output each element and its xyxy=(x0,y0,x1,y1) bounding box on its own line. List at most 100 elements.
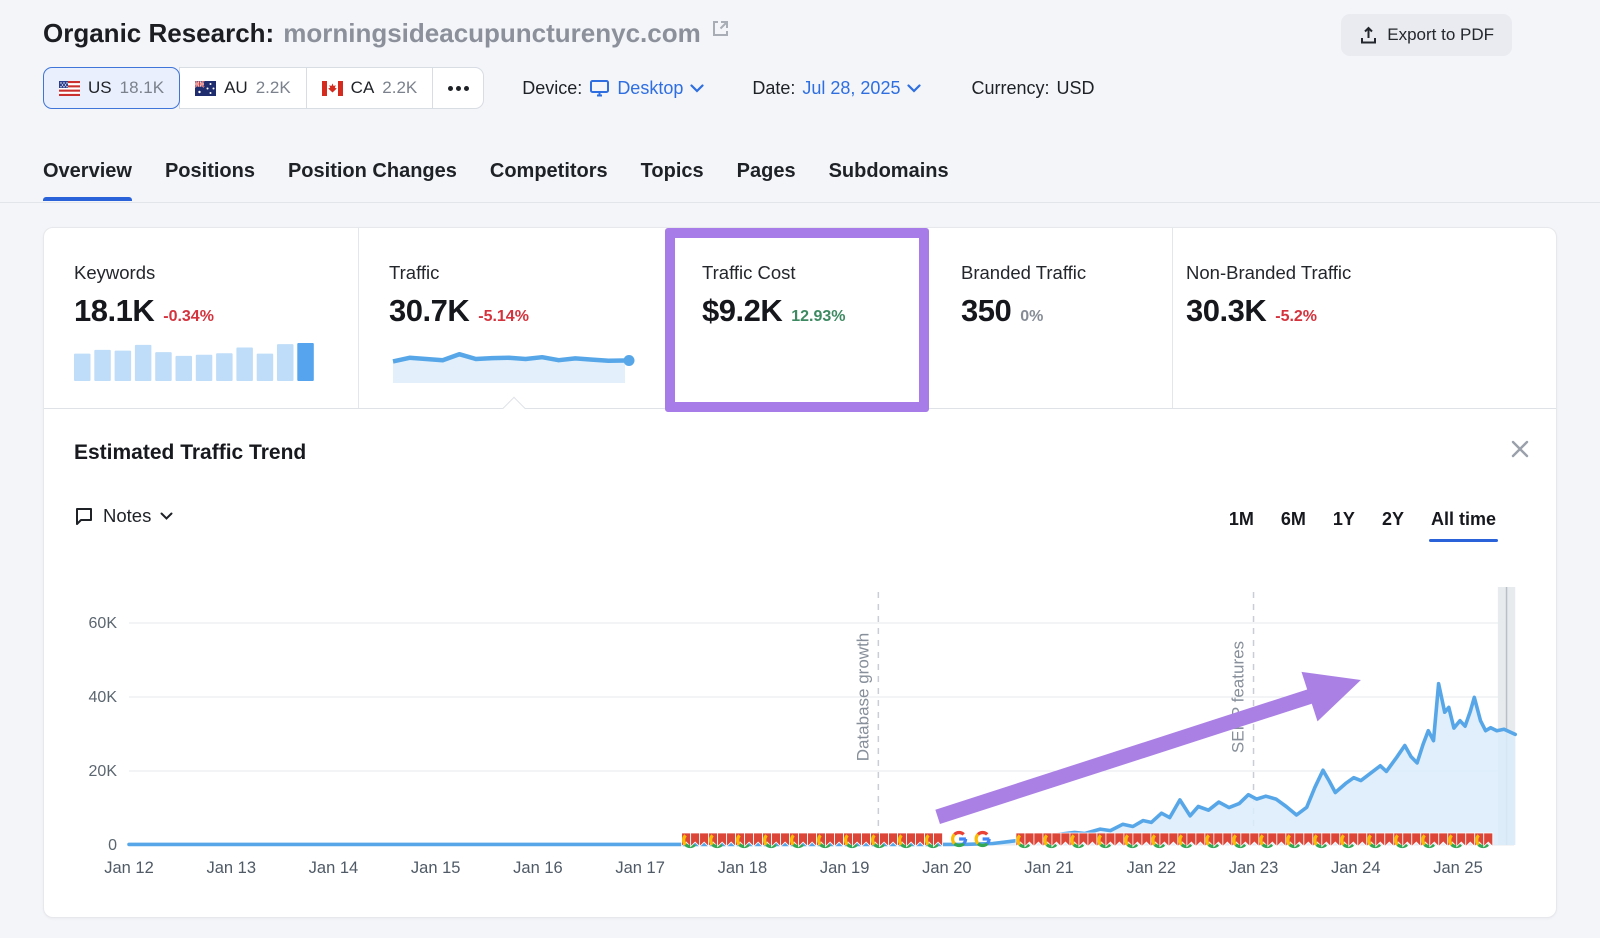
metric-value: 18.1K xyxy=(74,293,154,329)
metric-traffic-cost[interactable]: Traffic Cost $9.2K 12.93% xyxy=(673,228,918,408)
svg-text:Jan 24: Jan 24 xyxy=(1331,859,1381,877)
metric-keywords[interactable]: Keywords 18.1K -0.34% xyxy=(44,228,359,408)
svg-text:Jan 13: Jan 13 xyxy=(206,859,256,877)
currency-value: USD xyxy=(1057,78,1095,99)
metric-label: Branded Traffic xyxy=(961,262,1172,284)
note-bubble-icon xyxy=(74,506,94,526)
metric-label: Traffic Cost xyxy=(702,262,918,284)
svg-text:Jan 19: Jan 19 xyxy=(820,859,870,877)
export-icon xyxy=(1359,26,1378,45)
date-filter: Date: Jul 28, 2025 xyxy=(752,78,921,99)
filter-row: US 18.1K AU 2.2K CA 2.2K Device: Desktop xyxy=(43,67,1095,109)
notes-label: Notes xyxy=(103,505,151,527)
metric-delta: -5.14% xyxy=(478,308,529,326)
metric-value: 350 xyxy=(961,293,1011,329)
trend-title: Estimated Traffic Trend xyxy=(74,441,306,465)
currency-filter: Currency: USD xyxy=(971,78,1094,99)
svg-text:Jan 18: Jan 18 xyxy=(718,859,768,877)
currency-label: Currency: xyxy=(971,78,1049,99)
device-label: Device: xyxy=(522,78,582,99)
svg-text:Jan 16: Jan 16 xyxy=(513,859,563,877)
date-label: Date: xyxy=(752,78,795,99)
ca-flag-icon xyxy=(322,81,343,96)
metric-delta: 0% xyxy=(1020,308,1043,326)
device-value[interactable]: Desktop xyxy=(617,78,683,99)
page-title: Organic Research: xyxy=(43,18,274,49)
traffic-sparkline xyxy=(389,339,673,390)
au-flag-icon xyxy=(195,81,216,96)
tab-position-changes[interactable]: Position Changes xyxy=(288,160,457,201)
metric-label: Traffic xyxy=(389,262,673,284)
traffic-trend-chart[interactable]: 0 20K 40K 60K Jan 12 Jan 13 Jan 14 Jan 15 Jan 16… xyxy=(61,577,1561,882)
metric-label: Non-Branded Traffic xyxy=(1186,262,1556,284)
notes-dropdown[interactable]: Notes xyxy=(74,505,173,527)
svg-text:Jan 23: Jan 23 xyxy=(1229,859,1279,877)
chevron-down-icon[interactable] xyxy=(907,84,921,93)
metrics-row: Keywords 18.1K -0.34% Traffic 30.7K -5.1… xyxy=(44,228,1556,408)
svg-text:60K: 60K xyxy=(89,615,118,632)
more-countries-button[interactable] xyxy=(432,67,484,109)
tab-positions[interactable]: Positions xyxy=(165,160,255,201)
country-code: AU xyxy=(224,78,248,98)
country-value: 2.2K xyxy=(256,78,291,98)
export-to-pdf-button[interactable]: Export to PDF xyxy=(1341,14,1512,56)
metric-value: 30.7K xyxy=(389,293,469,329)
metric-traffic[interactable]: Traffic 30.7K -5.14% xyxy=(359,228,673,408)
svg-text:20K: 20K xyxy=(89,763,118,780)
range-all-time[interactable]: All time xyxy=(1431,509,1496,542)
device-filter: Device: Desktop xyxy=(522,78,704,99)
date-value[interactable]: Jul 28, 2025 xyxy=(802,78,900,99)
country-value: 2.2K xyxy=(382,78,417,98)
chevron-down-icon xyxy=(160,512,173,520)
page-title-domain: morningsideacupuncturenyc.com xyxy=(283,18,701,49)
metric-delta: -5.2% xyxy=(1275,308,1317,326)
metric-delta: 12.93% xyxy=(791,308,845,326)
export-label: Export to PDF xyxy=(1387,25,1494,45)
svg-text:Jan 15: Jan 15 xyxy=(411,859,461,877)
tab-pages[interactable]: Pages xyxy=(737,160,796,201)
country-code: CA xyxy=(351,78,375,98)
tab-overview[interactable]: Overview xyxy=(43,160,132,201)
tab-subdomains[interactable]: Subdomains xyxy=(829,160,949,201)
svg-text:40K: 40K xyxy=(89,689,118,706)
metric-value: 30.3K xyxy=(1186,293,1266,329)
svg-text:Jan 25: Jan 25 xyxy=(1433,859,1483,877)
svg-text:Jan 14: Jan 14 xyxy=(309,859,359,877)
metric-value: $9.2K xyxy=(702,293,782,329)
metric-label: Keywords xyxy=(74,262,358,284)
metric-branded-traffic[interactable]: Branded Traffic 350 0% xyxy=(918,228,1173,408)
country-tab-ca[interactable]: CA 2.2K xyxy=(306,67,434,109)
keywords-sparkline xyxy=(74,339,358,386)
country-tab-au[interactable]: AU 2.2K xyxy=(179,67,307,109)
svg-text:Database growth: Database growth xyxy=(853,633,872,762)
external-link-icon[interactable] xyxy=(710,18,731,44)
metric-non-branded-traffic[interactable]: Non-Branded Traffic 30.3K -5.2% xyxy=(1173,228,1556,408)
chevron-down-icon[interactable] xyxy=(690,84,704,93)
svg-text:Jan 17: Jan 17 xyxy=(615,859,665,877)
svg-text:Jan 22: Jan 22 xyxy=(1127,859,1177,877)
country-tabs: US 18.1K AU 2.2K CA 2.2K xyxy=(43,67,484,109)
svg-text:Jan 20: Jan 20 xyxy=(922,859,972,877)
estimated-traffic-trend-panel: Estimated Traffic Trend Notes 1M 6M 1Y 2… xyxy=(44,408,1556,918)
range-1y[interactable]: 1Y xyxy=(1333,509,1355,542)
range-1m[interactable]: 1M xyxy=(1229,509,1254,542)
metric-delta: -0.34% xyxy=(163,308,214,326)
svg-text:SERP features: SERP features xyxy=(1229,641,1248,753)
range-6m[interactable]: 6M xyxy=(1281,509,1306,542)
nav-divider xyxy=(0,202,1600,203)
us-flag-icon xyxy=(59,81,80,96)
page-header: Organic Research: morningsideacupuncture… xyxy=(43,18,731,49)
close-icon[interactable] xyxy=(1510,439,1530,459)
ellipsis-icon xyxy=(448,86,469,91)
country-tab-us[interactable]: US 18.1K xyxy=(43,67,180,109)
country-code: US xyxy=(88,78,112,98)
overview-card: Keywords 18.1K -0.34% Traffic 30.7K -5.1… xyxy=(43,227,1557,918)
svg-text:Jan 12: Jan 12 xyxy=(104,859,154,877)
tab-topics[interactable]: Topics xyxy=(641,160,704,201)
nav-tabs: Overview Positions Position Changes Comp… xyxy=(43,160,949,201)
svg-text:Jan 21: Jan 21 xyxy=(1024,859,1074,877)
tab-competitors[interactable]: Competitors xyxy=(490,160,608,201)
range-2y[interactable]: 2Y xyxy=(1382,509,1404,542)
svg-text:0: 0 xyxy=(108,837,117,854)
country-value: 18.1K xyxy=(120,78,164,98)
